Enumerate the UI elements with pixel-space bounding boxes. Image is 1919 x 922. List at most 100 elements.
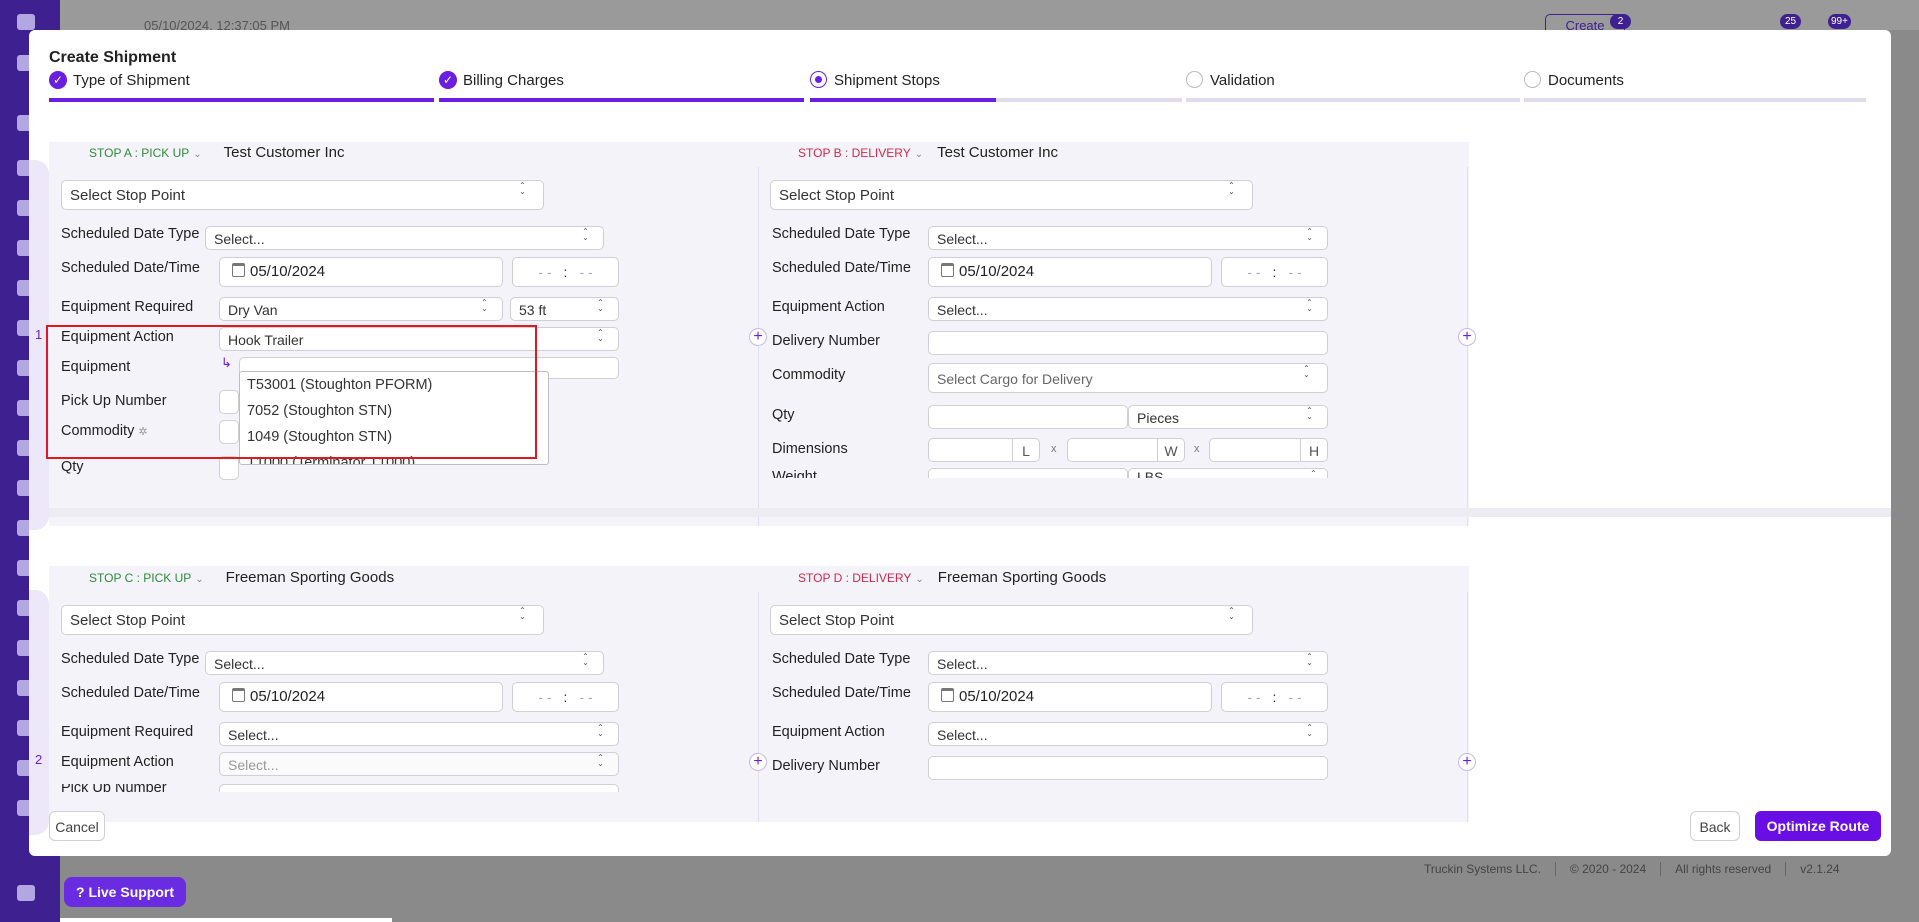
step-type-of-shipment[interactable]: ✓ Type of Shipment <box>49 71 434 102</box>
stop-b-commodity-select[interactable]: Select Cargo for Delivery <box>928 363 1328 393</box>
stop-c-time-input[interactable]: - -:- - <box>512 682 619 712</box>
stop-b-weight-unit-select[interactable]: LBS <box>1128 468 1328 478</box>
pending-step-icon <box>1524 71 1541 88</box>
add-stop-plus-icon[interactable]: + <box>1458 753 1476 771</box>
step-progress <box>1186 98 1520 102</box>
stop-d-date-value: 05/10/2024 <box>959 688 1035 705</box>
live-support-button[interactable]: ? Live Support <box>64 877 187 907</box>
unit-w: W <box>1157 439 1184 461</box>
notification-badge: 2 <box>1610 14 1631 29</box>
stop-b-delivery-number-label: Delivery Number <box>772 333 880 349</box>
stop-d-delivery-number-label: Delivery Number <box>772 758 880 774</box>
stop-a-length-select[interactable]: 53 ft <box>510 297 619 321</box>
step-validation[interactable]: Validation <box>1186 71 1520 102</box>
stop-c-tag: STOP C : PICK UP <box>89 571 192 585</box>
stop-d-date-type-select[interactable]: Select... <box>928 651 1328 675</box>
stop-a-date-value: 05/10/2024 <box>250 263 326 280</box>
chevron-down-icon[interactable]: ⌄ <box>195 574 203 585</box>
stop-b-stop-point-select[interactable]: Select Stop Point <box>770 180 1253 210</box>
stop-b-delivery-number-input[interactable] <box>928 331 1328 355</box>
nav-support-icon[interactable] <box>17 885 35 901</box>
stop-c-pickup-row: Pick Up Number <box>61 784 621 792</box>
top-bar: 05/10/2024, 12:37:05 PM Create 2 25 99+ <box>60 0 1919 38</box>
stop-a-qty-input[interactable] <box>219 456 239 480</box>
add-stop-plus-icon[interactable]: + <box>749 753 767 771</box>
stop-d-equip-action-select[interactable]: Select... <box>928 722 1328 746</box>
add-stop-plus-icon[interactable]: + <box>1458 328 1476 346</box>
stop-b-date-type-select[interactable]: Select... <box>928 226 1328 250</box>
stop-c-pickup-number-label: Pick Up Number <box>61 784 167 792</box>
chevron-down-icon[interactable]: ⌄ <box>193 149 201 160</box>
step-label: Billing Charges <box>463 72 564 89</box>
stop-a-stop-point-select[interactable]: Select Stop Point <box>61 180 544 210</box>
stop-c-equip-required-label: Equipment Required <box>61 724 194 740</box>
stop-c-equip-action-select[interactable]: Select... <box>219 752 619 776</box>
stop-c-pickup-number-input[interactable] <box>219 784 619 792</box>
group-2-number: 2 <box>35 752 43 767</box>
stop-d-delivery-number-input[interactable] <box>928 756 1328 780</box>
stop-d-time-input[interactable]: - -:- - <box>1221 682 1328 712</box>
step-billing-charges[interactable]: ✓ Billing Charges <box>439 71 804 102</box>
stop-b-length-input[interactable]: L <box>928 438 1040 462</box>
stop-c-equip-required-select[interactable]: Select... <box>219 722 619 746</box>
create-shipment-modal: Create Shipment ✓ Type of Shipment ✓ Bil… <box>29 30 1891 856</box>
stop-b-weight-input[interactable] <box>928 468 1128 478</box>
stop-c-date-type-select[interactable]: Select... <box>205 651 604 675</box>
stop-d-equip-action-label: Equipment Action <box>772 724 885 740</box>
chevron-down-icon[interactable]: ⌄ <box>915 574 923 585</box>
stop-a-header[interactable]: STOP A : PICK UP ⌄ Test Customer Inc <box>89 144 345 161</box>
horizontal-scrollbar[interactable] <box>49 508 1891 517</box>
stop-a-equip-required-select[interactable]: Dry Van <box>219 297 503 321</box>
stop-b-equip-action-select[interactable]: Select... <box>928 297 1328 321</box>
active-step-icon <box>810 71 827 88</box>
stop-a-time-input[interactable]: - -:- - <box>512 257 619 287</box>
stop-b-commodity-label: Commodity <box>772 367 846 383</box>
stop-b-qty-unit-select[interactable]: Pieces <box>1128 405 1328 429</box>
calendar-icon <box>232 688 245 702</box>
stop-c-date-type-label: Scheduled Date Type <box>61 651 200 667</box>
footer-copyright: © 2020 - 2024 <box>1554 862 1660 876</box>
check-icon: ✓ <box>49 71 67 89</box>
stop-a-customer: Test Customer Inc <box>223 144 345 161</box>
stop-b-date-type-label: Scheduled Date Type <box>772 226 911 242</box>
stop-b-dimensions-label: Dimensions <box>772 441 848 457</box>
optimize-route-button[interactable]: Optimize Route <box>1755 811 1881 841</box>
stop-d-header[interactable]: STOP D : DELIVERY ⌄ Freeman Sporting Goods <box>798 569 1106 586</box>
stop-c-datetime-label: Scheduled Date/Time <box>61 685 200 701</box>
step-documents[interactable]: Documents <box>1524 71 1866 102</box>
modal-title: Create Shipment <box>49 49 177 66</box>
stop-b-customer: Test Customer Inc <box>937 144 1058 161</box>
stop-b-header[interactable]: STOP B : DELIVERY ⌄ Test Customer Inc <box>798 144 1058 161</box>
stop-divider <box>758 592 759 822</box>
help-icon: ? <box>76 884 85 900</box>
stop-d-date-input[interactable]: 05/10/2024 <box>928 682 1212 712</box>
stop-b-date-value: 05/10/2024 <box>959 263 1035 280</box>
stop-a-date-type-select[interactable]: Select... <box>205 226 604 250</box>
stop-b-time-input[interactable]: - -:- - <box>1221 257 1328 287</box>
stop-b-width-input[interactable]: W <box>1067 438 1185 462</box>
check-icon: ✓ <box>439 71 457 89</box>
step-label: Validation <box>1210 72 1275 89</box>
chevron-down-icon[interactable]: ⌄ <box>915 149 923 160</box>
add-stop-plus-icon[interactable]: + <box>749 328 767 346</box>
stop-b-qty-input[interactable] <box>928 405 1128 429</box>
stop-d-stop-point-select[interactable]: Select Stop Point <box>770 605 1253 635</box>
stop-b-date-input[interactable]: 05/10/2024 <box>928 257 1212 287</box>
stop-a-date-input[interactable]: 05/10/2024 <box>219 257 503 287</box>
stop-c-stop-point-select[interactable]: Select Stop Point <box>61 605 544 635</box>
group-1-number: 1 <box>35 327 43 342</box>
step-shipment-stops[interactable]: Shipment Stops <box>810 71 1182 102</box>
calendar-icon <box>941 263 954 277</box>
cancel-button[interactable]: Cancel <box>49 811 105 841</box>
unit-h: H <box>1300 439 1327 461</box>
stop-d-customer: Freeman Sporting Goods <box>937 569 1107 586</box>
highlight-box <box>46 325 537 459</box>
pending-step-icon <box>1186 71 1203 88</box>
stop-c-header[interactable]: STOP C : PICK UP ⌄ Freeman Sporting Goods <box>89 569 394 586</box>
stop-c-date-input[interactable]: 05/10/2024 <box>219 682 503 712</box>
back-button[interactable]: Back <box>1690 811 1740 841</box>
step-progress <box>1524 98 1866 102</box>
stop-b-height-input[interactable]: H <box>1209 438 1328 462</box>
stop-a-datetime-label: Scheduled Date/Time <box>61 260 200 276</box>
footer-version: v2.1.24 <box>1785 862 1853 876</box>
